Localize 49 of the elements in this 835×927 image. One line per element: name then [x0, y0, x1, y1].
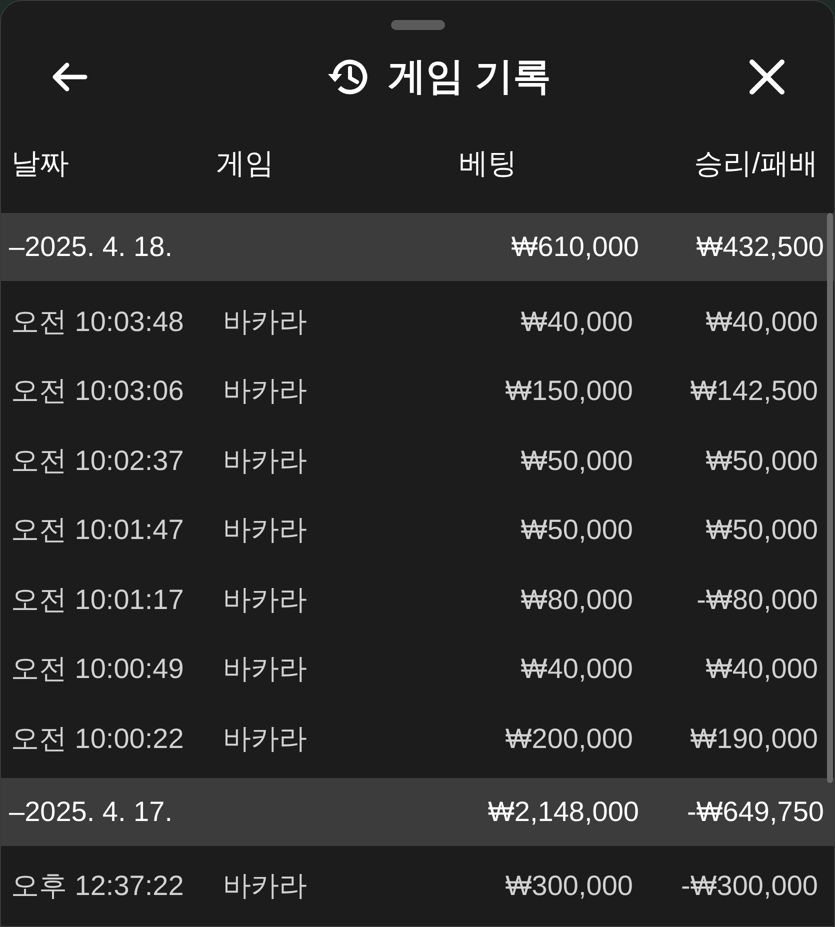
table-cell-text: ₩50,000: [520, 513, 633, 548]
group-date: –2025. 4. 17.: [9, 794, 174, 828]
table-cell-text: 오전 10:02:37: [11, 444, 185, 478]
table-cell-text: 바카라: [223, 374, 308, 408]
date-group-row[interactable]: –2025. 4. 17. ₩2,148,000 -₩649,750: [1, 778, 834, 846]
scrollbar[interactable]: [827, 213, 833, 783]
date-group-row[interactable]: –2025. 4. 18. ₩610,000 ₩432,500: [1, 213, 834, 281]
table-cell-text: 바카라: [223, 869, 308, 904]
column-header[interactable]: 게임: [216, 143, 274, 186]
group-bet-total: ₩610,000: [510, 230, 639, 264]
group-date: –2025. 4. 18.: [9, 230, 174, 264]
table-cell-text: ₩40,000: [520, 304, 633, 339]
table-cell-text: 바카라: [223, 444, 308, 478]
history-icon: [326, 57, 370, 97]
table-cell-text: ₩150,000: [504, 374, 633, 408]
group-result-total: ₩432,500: [695, 230, 824, 264]
table-cell-text: ₩40,000: [520, 652, 633, 686]
table-cell-text: ₩40,000: [704, 652, 818, 686]
table-cell-text: 오후 12:37:22: [11, 869, 185, 904]
table-cell-text: -₩300,000: [680, 869, 818, 904]
table-cell-text: ₩40,000: [704, 304, 818, 339]
table-cell-text: 바카라: [223, 722, 308, 756]
table-cell-text: 오전 10:03:06: [11, 374, 185, 408]
table-cell-text: 오전 10:01:47: [11, 513, 185, 548]
table-cell-text: 바카라: [223, 304, 308, 339]
table-cell-text: ₩200,000: [504, 722, 633, 756]
table-cell-text: 오전 10:01:17: [11, 582, 185, 617]
table-cell-text: ₩50,000: [704, 513, 818, 548]
column-header[interactable]: 날짜: [11, 143, 69, 186]
table-cell-text: 바카라: [223, 513, 308, 548]
table-cell-text: ₩80,000: [520, 582, 633, 617]
window-title: 게임 기록: [388, 54, 551, 100]
table-cell-text: ₩142,500: [689, 374, 818, 408]
table-cell-text: 오전 10:00:49: [11, 652, 185, 686]
table-cell-text: -₩80,000: [696, 582, 818, 617]
table-cell-text: ₩50,000: [704, 444, 818, 478]
table-cell-text: 바카라: [223, 652, 308, 686]
close-icon[interactable]: [748, 58, 786, 96]
group-bet-total: ₩2,148,000: [487, 794, 639, 828]
table-cell-text: ₩300,000: [504, 869, 633, 904]
group-result-total: -₩649,750: [686, 794, 824, 828]
table-cell-text: ₩190,000: [689, 722, 818, 756]
column-header[interactable]: 베팅: [459, 143, 517, 186]
table-cell-text: 오전 10:03:48: [11, 304, 185, 339]
table-cell-text: 바카라: [223, 582, 308, 617]
table-cell-text: 오전 10:00:22: [11, 722, 185, 756]
table-cell-text: ₩50,000: [520, 444, 633, 478]
drag-handle[interactable]: [391, 20, 445, 30]
column-header[interactable]: 승리/패배: [694, 143, 818, 186]
